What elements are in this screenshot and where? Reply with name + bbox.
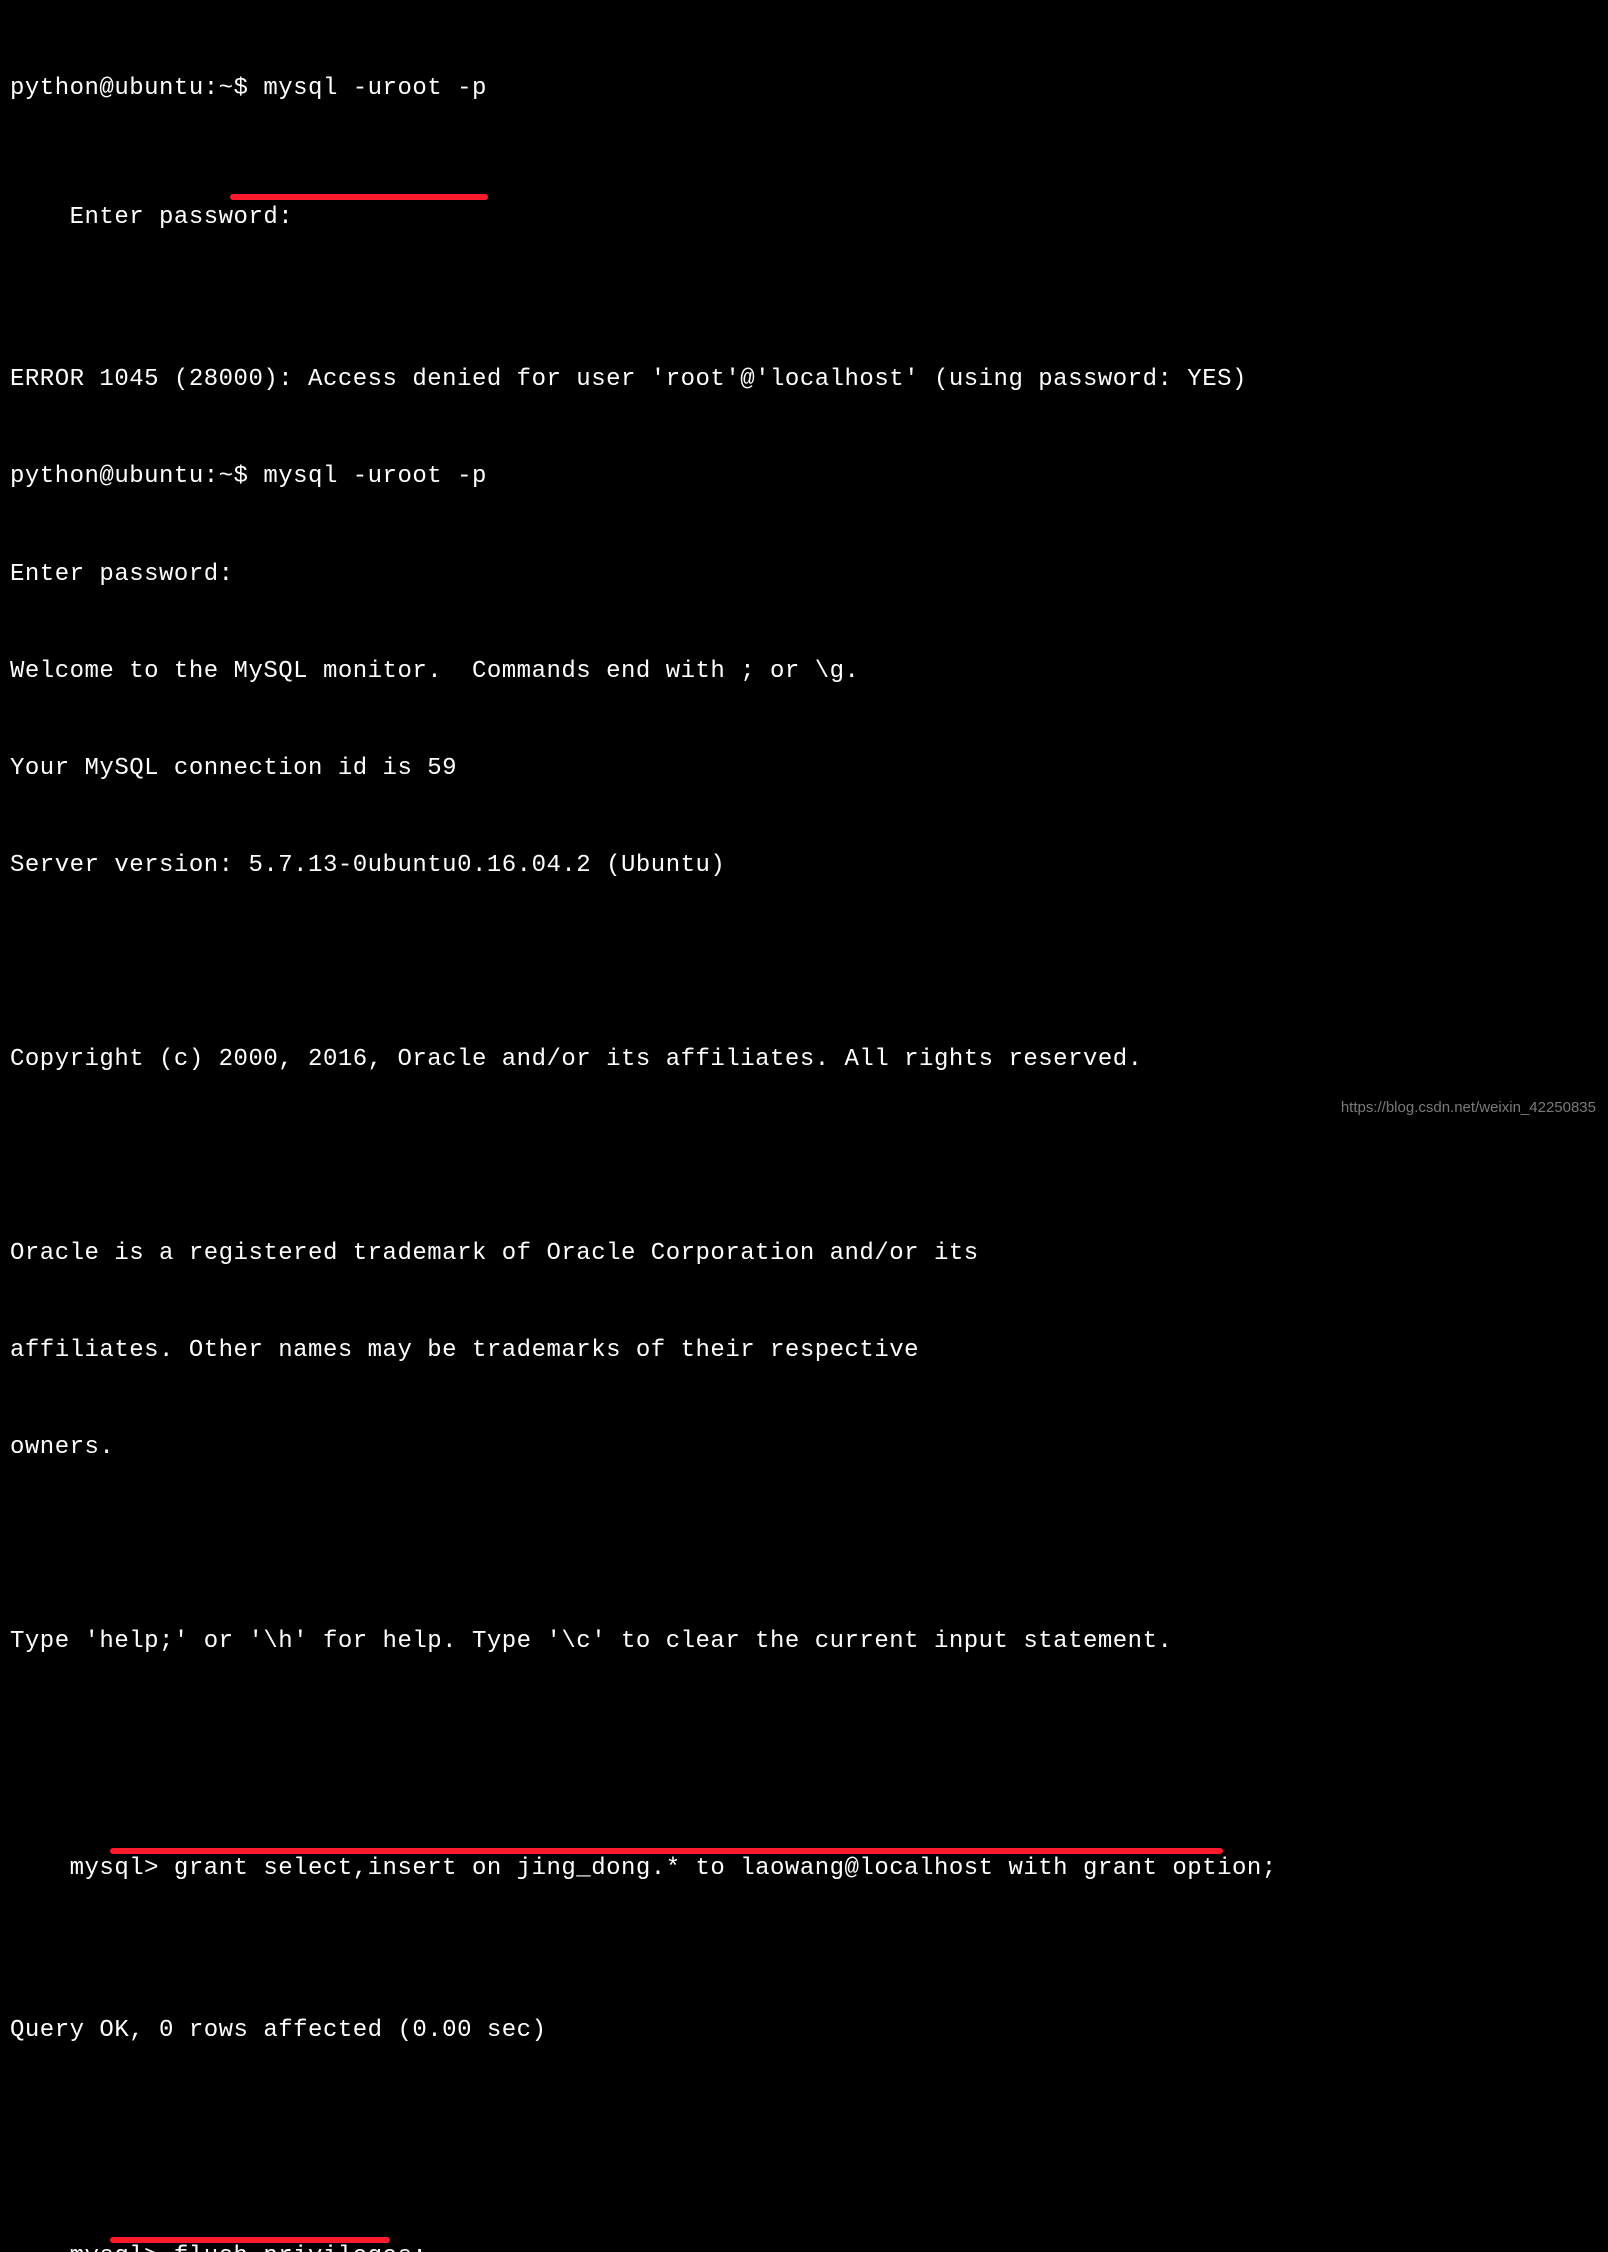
terminal-line: Your MySQL connection id is 59 bbox=[10, 753, 1598, 785]
terminal-line: Copyright (c) 2000, 2016, Oracle and/or … bbox=[10, 1044, 1598, 1076]
terminal-line: owners. bbox=[10, 1432, 1598, 1464]
terminal-output[interactable]: python@ubuntu:~$ mysql -uroot -p Enter p… bbox=[10, 8, 1598, 2252]
terminal-text: mysql> grant select,insert on jing_dong.… bbox=[70, 1855, 1277, 1882]
terminal-line bbox=[10, 947, 1598, 979]
terminal-line: affiliates. Other names may be trademark… bbox=[10, 1335, 1598, 1367]
terminal-line bbox=[10, 1141, 1598, 1173]
highlight-underline bbox=[110, 2237, 390, 2243]
terminal-line: Query OK, 0 rows affected (0.00 sec) bbox=[10, 2015, 1598, 2047]
terminal-line: Welcome to the MySQL monitor. Commands e… bbox=[10, 656, 1598, 688]
terminal-line: ERROR 1045 (28000): Access denied for us… bbox=[10, 364, 1598, 396]
terminal-line bbox=[10, 1724, 1598, 1756]
terminal-line: Enter password: bbox=[10, 170, 1598, 300]
terminal-line: mysql> flush privileges; bbox=[10, 2209, 1598, 2252]
highlight-underline bbox=[230, 194, 488, 200]
terminal-line: Oracle is a registered trademark of Orac… bbox=[10, 1238, 1598, 1270]
terminal-text: mysql> flush privileges; bbox=[70, 2243, 428, 2252]
terminal-line: python@ubuntu:~$ mysql -uroot -p bbox=[10, 461, 1598, 493]
terminal-line bbox=[10, 1530, 1598, 1562]
terminal-line: python@ubuntu:~$ mysql -uroot -p bbox=[10, 73, 1598, 105]
highlight-underline bbox=[110, 1848, 1223, 1854]
watermark-text: https://blog.csdn.net/weixin_42250835 bbox=[1341, 1098, 1596, 1118]
terminal-line: Server version: 5.7.13-0ubuntu0.16.04.2 … bbox=[10, 850, 1598, 882]
terminal-line: Type 'help;' or '\h' for help. Type '\c'… bbox=[10, 1626, 1598, 1658]
terminal-line: mysql> grant select,insert on jing_dong.… bbox=[10, 1820, 1598, 1950]
terminal-line: Enter password: bbox=[10, 559, 1598, 591]
terminal-line bbox=[10, 2112, 1598, 2144]
terminal-text: Enter password: bbox=[70, 204, 294, 231]
